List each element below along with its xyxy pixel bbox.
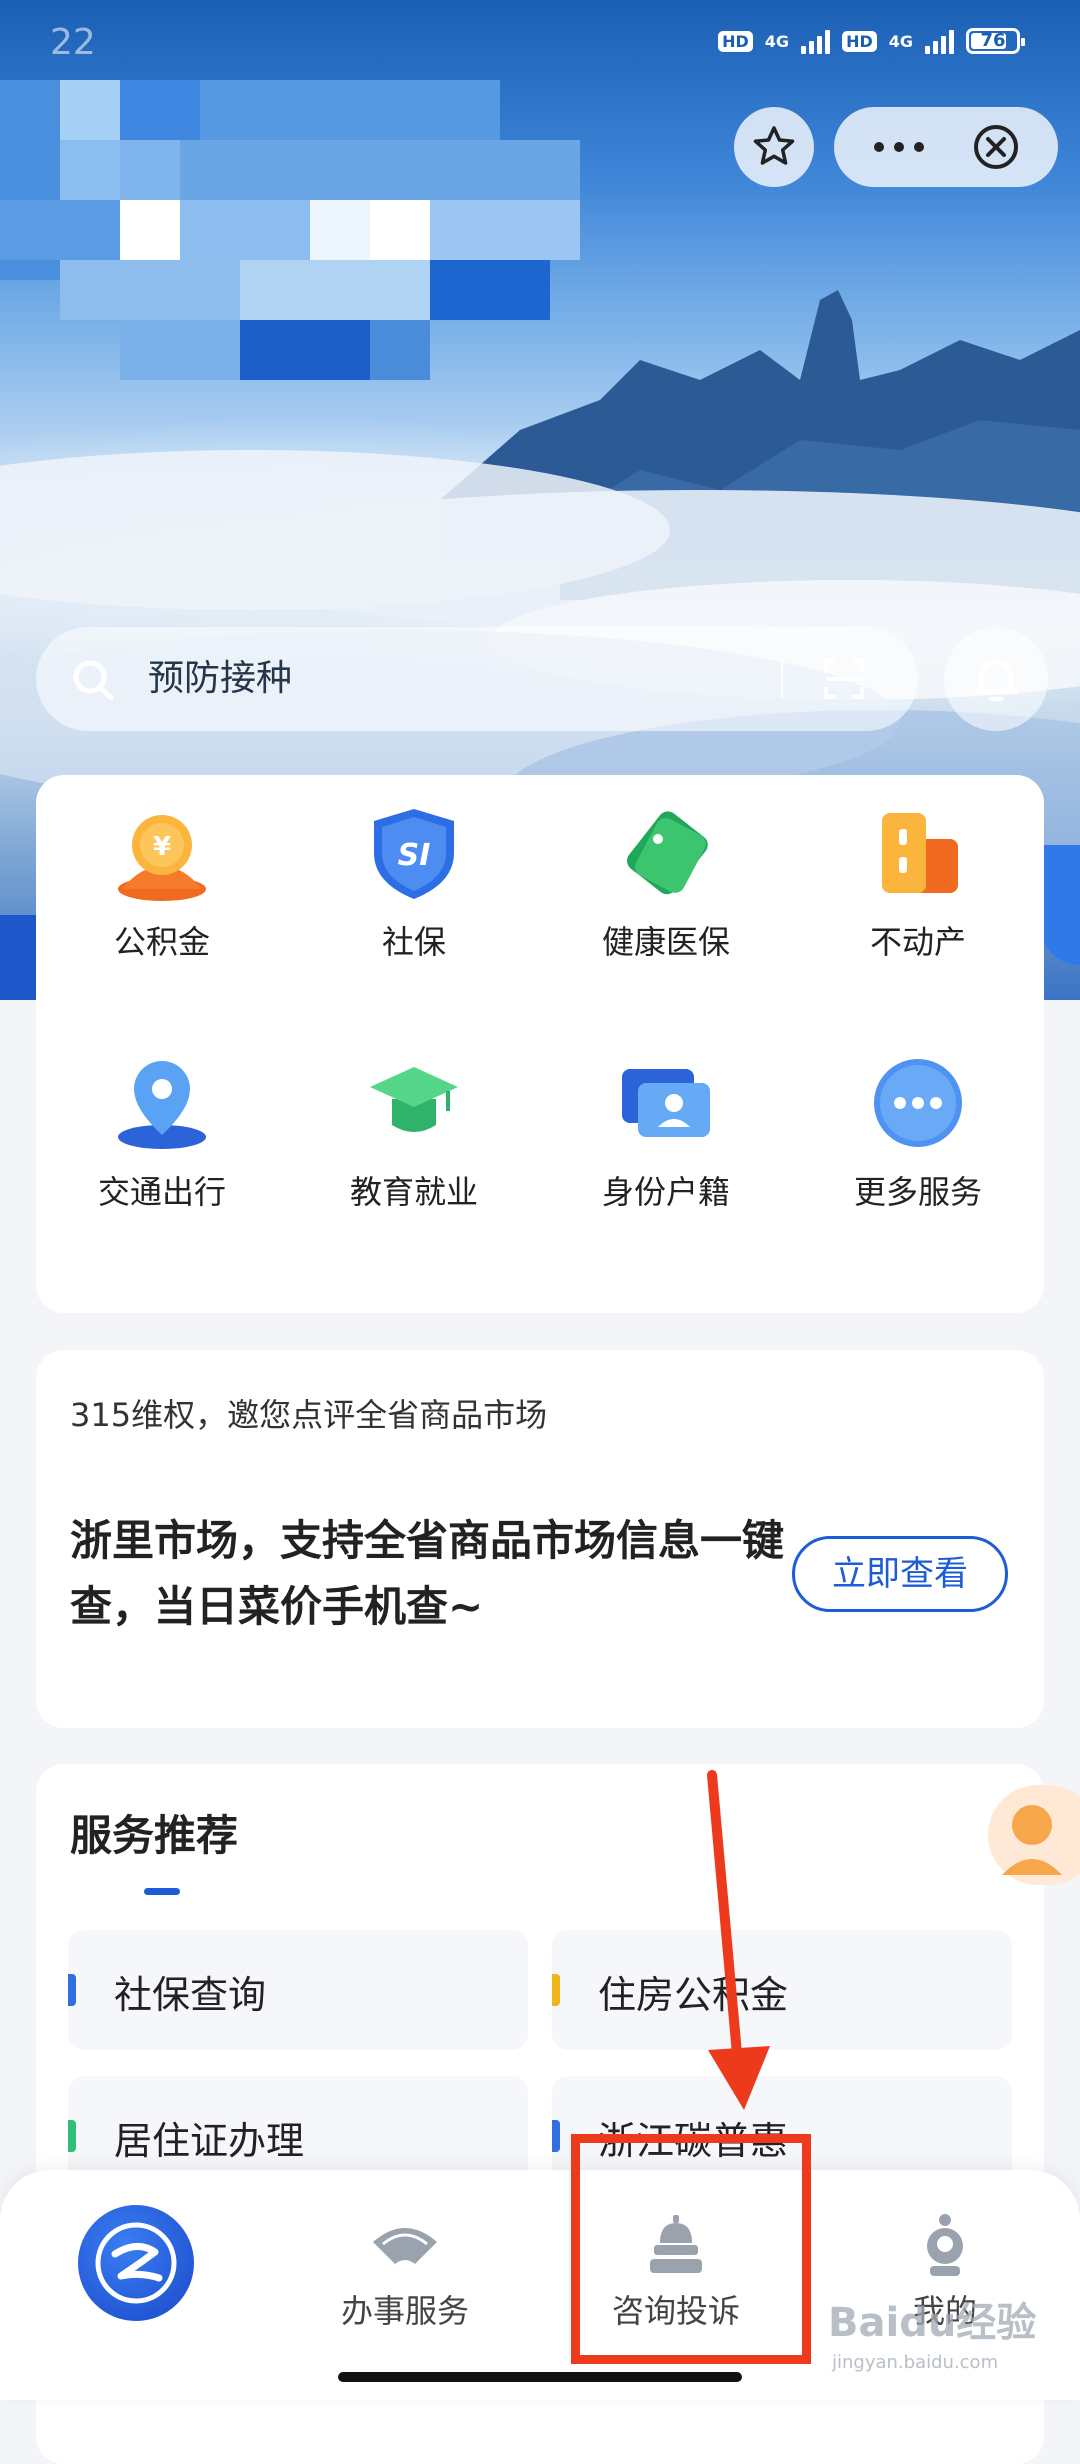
tab-label: 办事服务 xyxy=(340,2292,469,2330)
service-social-security[interactable]: SI 社保 xyxy=(288,775,540,1025)
education-icon xyxy=(370,1067,458,1132)
assistant-avatar-icon xyxy=(1002,1805,1062,1875)
tab-services[interactable]: 办事服务 xyxy=(305,2210,505,2332)
svg-text:¥: ¥ xyxy=(153,832,171,862)
recommend-item-label: 住房公积金 xyxy=(598,1973,789,2017)
item-color-bar xyxy=(68,2120,76,2152)
service-health-insurance[interactable]: 健康医保 xyxy=(540,775,792,1025)
fan-icon xyxy=(373,2228,437,2264)
signal-icon xyxy=(801,28,831,54)
promo-subtitle: 315维权，邀您点评全省商品市场 xyxy=(70,1396,548,1434)
social-security-icon: SI xyxy=(374,809,454,899)
watermark: Baidu经验 xyxy=(828,2300,1037,2346)
mini-program-capsule xyxy=(834,107,1058,187)
notification-button[interactable] xyxy=(944,627,1048,731)
search-bar[interactable]: 预防接种 xyxy=(36,627,918,731)
service-label: 社保 xyxy=(381,923,446,961)
service-label: 交通出行 xyxy=(97,1173,226,1211)
hero-edge-right xyxy=(1040,845,1080,965)
network-label-2: 4G xyxy=(888,31,913,51)
status-bar: 22 HD 4G HD 4G 76 xyxy=(0,0,1080,80)
item-color-bar xyxy=(68,1974,76,2006)
promo-headline: 浙里市场，支持全省商品市场信息一键查，当日菜价手机查~ xyxy=(70,1516,785,1631)
network-label: 4G xyxy=(764,31,790,51)
recommend-title-underline xyxy=(144,1888,180,1895)
highlight-box-annotation xyxy=(571,2134,811,2364)
service-label: 公积金 xyxy=(113,923,210,961)
svg-text:SI: SI xyxy=(398,838,431,873)
id-card-icon xyxy=(622,1069,710,1137)
service-more[interactable]: 更多服务 xyxy=(792,1025,1044,1275)
health-insurance-icon xyxy=(627,811,708,895)
more-services-icon xyxy=(874,1059,962,1147)
service-housing-fund[interactable]: ¥ 公积金 xyxy=(36,775,288,1025)
service-label: 更多服务 xyxy=(853,1173,982,1211)
view-now-button[interactable]: 立即查看 xyxy=(792,1536,1008,1612)
search-icon xyxy=(73,660,114,701)
recommend-item-social-security-query[interactable]: 社保查询 xyxy=(68,1930,528,2050)
promo-card[interactable]: 315维权，邀您点评全省商品市场 浙里市场，支持全省商品市场信息一键查，当日菜价… xyxy=(36,1350,1044,1728)
profile-icon xyxy=(927,2214,963,2276)
service-label: 不动产 xyxy=(869,923,966,961)
close-icon[interactable] xyxy=(972,123,1020,171)
scan-icon[interactable] xyxy=(822,657,866,701)
service-real-estate[interactable]: 不动产 xyxy=(792,775,1044,1025)
favorite-button[interactable] xyxy=(734,107,814,187)
home-indicator[interactable] xyxy=(338,2372,742,2382)
service-label: 健康医保 xyxy=(601,923,730,961)
tab-home[interactable] xyxy=(78,2205,194,2321)
watermark-url: jingyan.baidu.com xyxy=(832,2352,999,2373)
battery-level: 76 xyxy=(980,30,1006,51)
services-grid: ¥ 公积金 SI 社保 健康医保 不动产 交通出行 教育就业 身份户籍 更多服务 xyxy=(36,775,1044,1313)
bell-icon xyxy=(973,659,1019,702)
recommend-item-label: 居住证办理 xyxy=(114,2119,305,2163)
service-label: 教育就业 xyxy=(349,1173,478,1211)
search-divider xyxy=(781,659,783,699)
assistant-float-button[interactable] xyxy=(988,1785,1080,1885)
recommend-item-label: 社保查询 xyxy=(114,1973,267,2017)
battery-icon: 76 xyxy=(966,28,1025,54)
hero-edge-left xyxy=(0,915,40,1000)
hd-badge: HD xyxy=(718,30,753,52)
real-estate-icon xyxy=(882,813,958,893)
zheliban-logo-icon xyxy=(95,2222,177,2304)
item-color-bar xyxy=(552,1974,560,2006)
search-input[interactable]: 预防接种 xyxy=(148,651,292,707)
status-time: 22 xyxy=(50,22,96,63)
star-icon xyxy=(753,126,795,165)
hd-badge-2: HD xyxy=(842,30,877,52)
traffic-icon xyxy=(118,1061,206,1149)
housing-fund-icon: ¥ xyxy=(118,815,206,901)
item-color-bar xyxy=(552,2120,560,2152)
service-label: 身份户籍 xyxy=(601,1173,730,1211)
recommend-item-housing-fund[interactable]: 住房公积金 xyxy=(552,1930,1012,2050)
service-id-card[interactable]: 身份户籍 xyxy=(540,1025,792,1275)
signal-icon-2 xyxy=(925,28,954,54)
service-traffic[interactable]: 交通出行 xyxy=(36,1025,288,1275)
recommend-title: 服务推荐 xyxy=(70,1811,239,1860)
more-options-button[interactable] xyxy=(864,127,934,167)
service-education[interactable]: 教育就业 xyxy=(288,1025,540,1275)
